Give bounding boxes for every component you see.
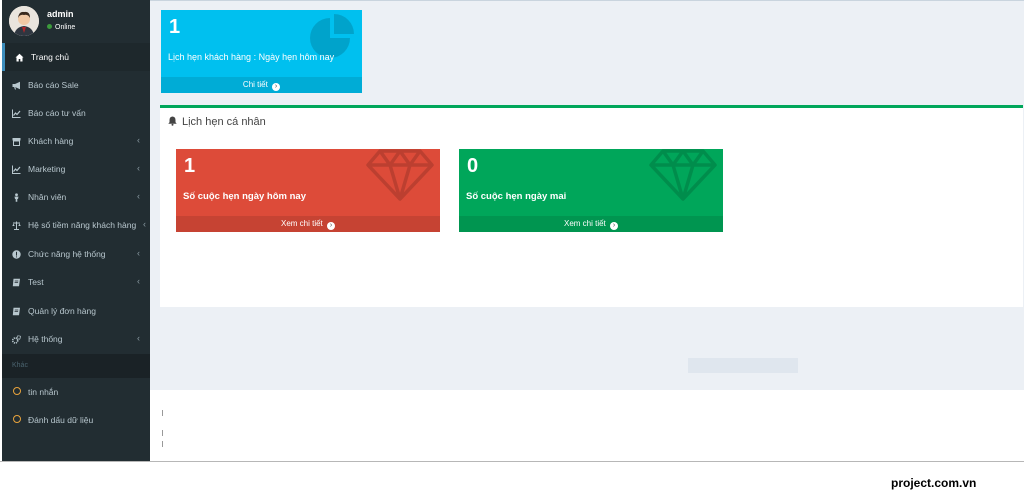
stat-footer-label: Xem chi tiết xyxy=(563,219,606,228)
sidebar-item-danh-dau-du-lieu[interactable]: Đánh dấu dữ liệu xyxy=(2,406,150,434)
main-content: 1 Lịch hẹn khách hàng : Ngày hẹn hôm nay… xyxy=(150,0,1024,390)
text-cursor-mark xyxy=(162,410,163,416)
stat-footer-label: Xem chi tiết xyxy=(280,219,323,228)
appointment-stat-box: 1 Lịch hẹn khách hàng : Ngày hẹn hôm nay… xyxy=(161,10,362,93)
cogs-icon xyxy=(11,335,22,344)
sidebar-item-label: Hệ thống xyxy=(28,334,63,344)
sidebar-item-bao-cao-sale[interactable]: Báo cáo Sale xyxy=(2,71,150,99)
sidebar-section-header: Khác xyxy=(2,354,150,378)
line-chart-icon xyxy=(12,109,21,118)
sidebar-item-label: Báo cáo tư vấn xyxy=(28,108,86,118)
sidebar-item-label: Đánh dấu dữ liệu xyxy=(28,415,94,425)
stat-number: 1 xyxy=(169,16,181,38)
sidebar-item-label: Marketing xyxy=(28,164,66,174)
balance-icon xyxy=(12,221,21,230)
sidebar-item-label: Trang chủ xyxy=(31,52,69,62)
chevron-left-icon: ‹ xyxy=(137,248,140,258)
sidebar-item-label: Khách hàng xyxy=(28,136,74,146)
text-cursor-mark xyxy=(162,430,163,436)
sidebar: admin Online Trang chủ Báo cáo Sale Báo … xyxy=(2,0,150,462)
stat-number: 0 xyxy=(467,155,479,177)
home-icon xyxy=(15,53,24,62)
user-status: Online xyxy=(47,24,75,31)
sidebar-item-chuc-nang-he-thong[interactable]: Chức năng hệ thống ‹ xyxy=(2,240,150,268)
user-icon xyxy=(12,193,21,202)
book-icon xyxy=(12,307,21,316)
user-avatar[interactable] xyxy=(9,6,39,36)
sidebar-item-label: tin nhắn xyxy=(28,387,59,397)
panel-title: Lịch hẹn cá nhân xyxy=(168,116,266,128)
user-panel: admin Online xyxy=(2,0,150,42)
watermark-text: project.com.vn xyxy=(891,476,977,490)
sidebar-item-label: Test xyxy=(28,277,44,287)
sidebar-item-bao-cao-tu-van[interactable]: Báo cáo tư vấn xyxy=(2,99,150,127)
circle-outline-icon xyxy=(13,415,21,423)
sidebar-item-khach-hang[interactable]: Khách hàng ‹ xyxy=(2,127,150,155)
circle-outline-icon xyxy=(13,387,21,395)
online-status-dot xyxy=(47,24,52,29)
arrow-circle-right-icon: › xyxy=(272,83,281,91)
diamond-icon xyxy=(649,149,717,201)
sidebar-item-nhan-vien[interactable]: Nhân viên ‹ xyxy=(2,183,150,211)
sidebar-item-he-thong[interactable]: Hệ thống ‹ xyxy=(2,325,150,353)
stat-detail-link[interactable]: Chi tiết › xyxy=(161,77,362,93)
app-window: admin Online Trang chủ Báo cáo Sale Báo … xyxy=(2,0,1024,462)
chevron-left-icon: ‹ xyxy=(137,191,140,201)
faint-footer-button[interactable] xyxy=(688,358,798,373)
user-name: admin xyxy=(47,9,74,19)
sidebar-item-label: Chức năng hệ thống xyxy=(28,249,106,259)
tomorrow-detail-link[interactable]: Xem chi tiết › xyxy=(459,216,723,232)
stat-description: Lịch hẹn khách hàng : Ngày hẹn hôm nay xyxy=(168,52,335,62)
diamond-icon xyxy=(366,149,434,201)
arrow-circle-right-icon: › xyxy=(327,222,336,230)
line-chart-icon xyxy=(12,165,21,174)
user-status-label: Online xyxy=(55,24,76,31)
sidebar-item-test[interactable]: Test ‹ xyxy=(2,268,150,296)
today-appointments-box: 1 Số cuộc hẹn ngày hôm nay Xem chi tiết … xyxy=(176,149,440,232)
sidebar-item-quan-ly-don-hang[interactable]: Quản lý đơn hàng xyxy=(2,297,150,325)
text-cursor-mark xyxy=(162,441,163,447)
info-circle-icon xyxy=(12,250,21,259)
today-detail-link[interactable]: Xem chi tiết › xyxy=(176,216,440,232)
bullhorn-icon xyxy=(12,81,21,90)
chevron-left-icon: ‹ xyxy=(137,135,140,145)
chevron-left-icon: ‹ xyxy=(137,276,140,286)
panel-title-text: Lịch hẹn cá nhân xyxy=(182,116,266,128)
personal-appointments-panel: Lịch hẹn cá nhân 1 Số cuộc hẹn ngày hôm … xyxy=(160,105,1023,307)
sidebar-item-tin-nhan[interactable]: tin nhắn xyxy=(2,378,150,406)
content-top-border xyxy=(150,0,1024,1)
chevron-left-icon: ‹ xyxy=(143,219,146,229)
stat-footer-label: Chi tiết xyxy=(242,80,268,89)
book-icon xyxy=(12,278,21,287)
sidebar-item-marketing[interactable]: Marketing ‹ xyxy=(2,155,150,183)
sidebar-item-trang-chu[interactable]: Trang chủ xyxy=(2,43,150,71)
sidebar-item-he-so-tiem-nang[interactable]: Hệ số tiềm năng khách hàng ‹ xyxy=(2,211,150,239)
sidebar-item-label: Nhân viên xyxy=(28,192,67,202)
sidebar-item-label: Quản lý đơn hàng xyxy=(28,306,96,316)
stat-description: Số cuộc hẹn ngày mai xyxy=(466,191,567,202)
screenshot-bottom-border xyxy=(0,461,1024,462)
stat-description: Số cuộc hẹn ngày hôm nay xyxy=(183,191,306,202)
store-icon xyxy=(12,137,21,146)
sidebar-item-label: Báo cáo Sale xyxy=(28,80,79,90)
chevron-left-icon: ‹ xyxy=(137,163,140,173)
bell-icon xyxy=(168,116,177,126)
tomorrow-appointments-box: 0 Số cuộc hẹn ngày mai Xem chi tiết › xyxy=(459,149,723,232)
stat-number: 1 xyxy=(184,155,196,177)
chevron-left-icon: ‹ xyxy=(137,333,140,343)
sidebar-item-label: Hệ số tiềm năng khách hàng xyxy=(28,220,137,230)
arrow-circle-right-icon: › xyxy=(610,222,619,230)
page-lower-area xyxy=(150,390,1024,462)
